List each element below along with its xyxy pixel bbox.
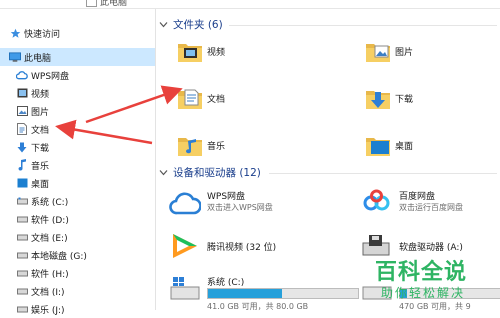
drive-icon	[16, 232, 28, 243]
sidebar-item-drive-j[interactable]: 娱乐 (J:)	[0, 300, 155, 318]
sidebar-item-label: 图片	[31, 107, 50, 118]
device-label: 腾讯视频 (32 位)	[207, 243, 277, 253]
chevron-down-icon	[159, 22, 168, 28]
sidebar-item-drive-e[interactable]: 文档 (E:)	[0, 228, 155, 246]
sidebar-item-label: 下载	[31, 143, 50, 154]
drive-icon	[16, 304, 28, 315]
sidebar-item-label: 此电脑	[24, 53, 52, 64]
sidebar-item-wps-cloud[interactable]: WPS网盘	[0, 66, 155, 84]
sidebar-item-drive-c[interactable]: 系统 (C:)	[0, 192, 155, 210]
sidebar-item-videos[interactable]: 视频	[0, 84, 155, 102]
breadcrumb[interactable]: 此电脑	[100, 0, 127, 8]
sidebar-item-drive-h[interactable]: 软件 (H:)	[0, 264, 155, 282]
address-bar: 此电脑	[0, 0, 500, 9]
devices-group-title: 设备和驱动器 (12)	[173, 167, 261, 179]
folder-label: 视频	[207, 48, 226, 58]
drive-icon	[16, 268, 28, 279]
drive-icon	[16, 196, 28, 207]
video-icon	[16, 88, 28, 99]
cloud-icon	[16, 70, 28, 81]
folder-label: 图片	[395, 48, 414, 58]
divider	[269, 173, 497, 174]
sidebar-item-this-pc[interactable]: 此电脑	[0, 48, 155, 66]
sidebar-item-label: 软件 (D:)	[31, 215, 69, 226]
windows-drive-icon	[170, 277, 200, 300]
sidebar-item-label: 娱乐 (J:)	[31, 305, 65, 316]
navigation-pane: 快速访问 此电脑 WPS网盘 视频 图片 文档 下载 音乐 桌面 系统 (C:)…	[0, 9, 155, 316]
folders-group-title: 文件夹 (6)	[173, 19, 223, 31]
video-folder-icon	[178, 44, 202, 62]
folder-label: 下载	[395, 95, 414, 105]
music-note-icon	[16, 159, 28, 171]
sidebar-item-label: 桌面	[31, 179, 50, 190]
sidebar-item-label: 软件 (H:)	[31, 269, 69, 280]
sidebar-item-label: 文档 (I:)	[31, 287, 65, 298]
sidebar-item-quick-access[interactable]: 快速访问	[0, 24, 155, 42]
star-icon	[9, 28, 21, 39]
document-icon	[16, 123, 28, 135]
sidebar-item-music[interactable]: 音乐	[0, 156, 155, 174]
document-folder-icon	[178, 89, 202, 109]
download-folder-icon	[366, 91, 390, 109]
divider	[229, 25, 497, 26]
drive-icon	[16, 286, 28, 297]
sidebar-item-drive-g[interactable]: 本地磁盘 (G:)	[0, 246, 155, 264]
folders-group-header[interactable]: 文件夹 (6)	[159, 17, 223, 32]
desktop-folder-icon	[366, 138, 390, 156]
drive-icon	[16, 250, 28, 261]
computer-icon	[9, 51, 21, 63]
folder-label: 桌面	[395, 142, 414, 152]
sidebar-item-downloads[interactable]: 下载	[0, 138, 155, 156]
device-label: 软盘驱动器 (A:)	[399, 243, 463, 253]
folder-label: 文档	[207, 95, 226, 105]
download-arrow-icon	[16, 142, 28, 153]
sidebar-item-documents[interactable]: 文档	[0, 120, 155, 138]
chevron-down-icon	[159, 170, 168, 176]
tencent-video-icon	[173, 234, 197, 258]
device-label: WPS网盘	[207, 192, 246, 202]
sidebar-item-label: 系统 (C:)	[31, 197, 69, 208]
device-description: 双击进入WPS网盘	[207, 203, 273, 212]
watermark-title: 百科全说	[375, 260, 468, 285]
sidebar-item-drive-i[interactable]: 文档 (I:)	[0, 282, 155, 300]
device-description: 41.0 GB 可用，共 80.0 GB	[207, 302, 309, 311]
device-label: 百度网盘	[399, 192, 436, 202]
wps-cloud-icon	[169, 192, 201, 215]
folder-label: 音乐	[207, 142, 226, 152]
watermark-logo: 百科全说 助你轻松解决	[375, 254, 495, 304]
desktop-icon	[16, 178, 28, 189]
watermark-slogan: 助你轻松解决	[381, 286, 466, 300]
sidebar-item-label: 音乐	[31, 161, 50, 172]
sidebar-item-drive-d[interactable]: 软件 (D:)	[0, 210, 155, 228]
drive-c-usage-bar	[207, 288, 359, 299]
devices-group-header[interactable]: 设备和驱动器 (12)	[159, 165, 261, 180]
address-box-edge	[86, 0, 97, 7]
drive-c-usage-fill	[208, 289, 282, 298]
sidebar-item-label: 快速访问	[24, 29, 61, 40]
sidebar-item-desktop[interactable]: 桌面	[0, 174, 155, 192]
sidebar-item-label: 文档 (E:)	[31, 233, 68, 244]
pane-divider[interactable]	[155, 9, 156, 310]
sidebar-item-label: 视频	[31, 89, 50, 100]
sidebar-item-label: 本地磁盘 (G:)	[31, 251, 87, 262]
drive-icon	[16, 214, 28, 225]
device-description: 双击运行百度网盘	[399, 203, 463, 212]
music-folder-icon	[178, 138, 202, 156]
sidebar-item-pictures[interactable]: 图片	[0, 102, 155, 120]
picture-icon	[16, 106, 28, 117]
sidebar-item-label: WPS网盘	[31, 71, 70, 82]
baidu-netdisk-icon	[363, 189, 390, 211]
device-label: 系统 (C:)	[207, 278, 245, 288]
picture-folder-icon	[366, 44, 390, 62]
sidebar-item-label: 文档	[31, 125, 50, 136]
